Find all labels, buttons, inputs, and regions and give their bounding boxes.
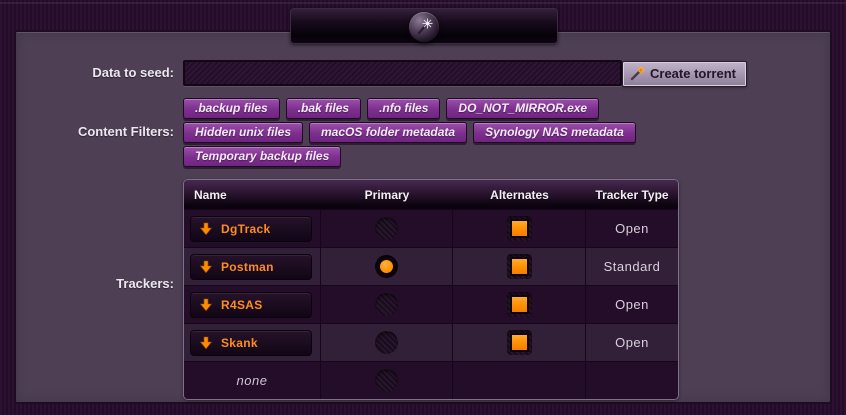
data-to-seed-input[interactable] [183, 60, 622, 86]
primary-cell [321, 248, 453, 285]
tracker-name-cell: R4SAS [184, 286, 321, 323]
primary-radio[interactable] [375, 255, 398, 278]
primary-cell [321, 286, 453, 323]
content-filters-label: Content Filters: [16, 124, 174, 140]
primary-radio[interactable] [375, 331, 398, 354]
tracker-name-button[interactable]: Postman [190, 254, 312, 280]
tracker-name-cell: DgTrack [184, 210, 321, 247]
tracker-name-cell: Skank [184, 324, 321, 361]
tracker-row: DgTrack Open [184, 209, 678, 247]
tracker-name-button[interactable]: R4SAS [190, 292, 312, 318]
alternates-cell [453, 248, 586, 285]
content-filter-row: Temporary backup files [183, 146, 636, 167]
download-arrow-icon [199, 336, 213, 350]
primary-cell [321, 324, 453, 361]
alternates-cell [453, 324, 586, 361]
tracker-row: Postman Standard [184, 247, 678, 285]
tracker-name-cell: Postman [184, 248, 321, 285]
content-filter-button[interactable]: Hidden unix files [183, 122, 303, 143]
magic-wand-icon [630, 66, 645, 81]
trackers-table-header: NamePrimaryAlternatesTracker Type [184, 180, 678, 209]
create-torrent-screen: { "section_header": { "toggle_icon": "ma… [0, 0, 846, 415]
create-torrent-button[interactable]: Create torrent [622, 61, 747, 87]
alternates-cell [453, 210, 586, 247]
content-filter-button[interactable]: .nfo files [367, 98, 440, 119]
primary-radio[interactable] [375, 217, 398, 240]
tracker-type-cell [586, 362, 678, 399]
tracker-none-label: none [184, 373, 320, 388]
primary-radio[interactable] [375, 293, 398, 316]
tracker-type-cell: Open [586, 210, 678, 247]
tracker-name-label: DgTrack [221, 222, 270, 236]
column-header-tracker-type: Tracker Type [586, 180, 678, 209]
tracker-name-label: R4SAS [221, 298, 263, 312]
column-header-primary: Primary [321, 180, 453, 209]
magic-wand-sphere-icon[interactable] [409, 12, 439, 42]
trackers-table: NamePrimaryAlternatesTracker Type DgTrac… [183, 179, 679, 400]
tracker-name-cell: none [184, 362, 321, 399]
content-filter-row: Hidden unix files macOS folder metadata Sy… [183, 122, 636, 143]
column-header-name: Name [184, 180, 321, 209]
alternates-checkbox[interactable] [507, 330, 532, 355]
alternates-checkbox[interactable] [507, 254, 532, 279]
content-filter-row: .backup files .bak files .nfo files DO_NOT_… [183, 98, 636, 119]
download-arrow-icon [199, 260, 213, 274]
tracker-name-label: Postman [221, 260, 274, 274]
trackers-label: Trackers: [16, 276, 174, 292]
section-header-bar [290, 8, 558, 44]
alternates-checkbox[interactable] [507, 216, 532, 241]
tracker-type-cell: Open [586, 286, 678, 323]
tracker-name-button[interactable]: Skank [190, 330, 312, 356]
content-filters-group: .backup files .bak files .nfo files DO_NOT_… [183, 98, 636, 170]
primary-cell [321, 210, 453, 247]
content-filter-button[interactable]: Synology NAS metadata [473, 122, 636, 143]
content-filter-button[interactable]: DO_NOT_MIRROR.exe [446, 98, 599, 119]
tracker-type-cell: Open [586, 324, 678, 361]
download-arrow-icon [199, 222, 213, 236]
create-torrent-panel: Data to seed: Create torrent Content Fil… [14, 30, 832, 404]
alternates-cell [453, 362, 586, 399]
content-filter-button[interactable]: .backup files [183, 98, 280, 119]
content-filter-button[interactable]: macOS folder metadata [309, 122, 467, 143]
tracker-row: R4SAS Open [184, 285, 678, 323]
data-to-seed-label: Data to seed: [16, 65, 174, 81]
primary-cell [321, 362, 453, 399]
primary-radio[interactable] [375, 369, 398, 392]
content-filter-button[interactable]: Temporary backup files [183, 146, 341, 167]
column-header-alternates: Alternates [453, 180, 586, 209]
create-torrent-label: Create torrent [650, 66, 736, 81]
tracker-name-button[interactable]: DgTrack [190, 216, 312, 242]
tracker-row: none [184, 361, 678, 399]
tracker-type-cell: Standard [586, 248, 678, 285]
tracker-row: Skank Open [184, 323, 678, 361]
download-arrow-icon [199, 298, 213, 312]
sparkle-wand-icon [411, 14, 437, 40]
tracker-name-label: Skank [221, 336, 258, 350]
alternates-cell [453, 286, 586, 323]
alternates-checkbox[interactable] [507, 292, 532, 317]
content-filter-button[interactable]: .bak files [286, 98, 361, 119]
